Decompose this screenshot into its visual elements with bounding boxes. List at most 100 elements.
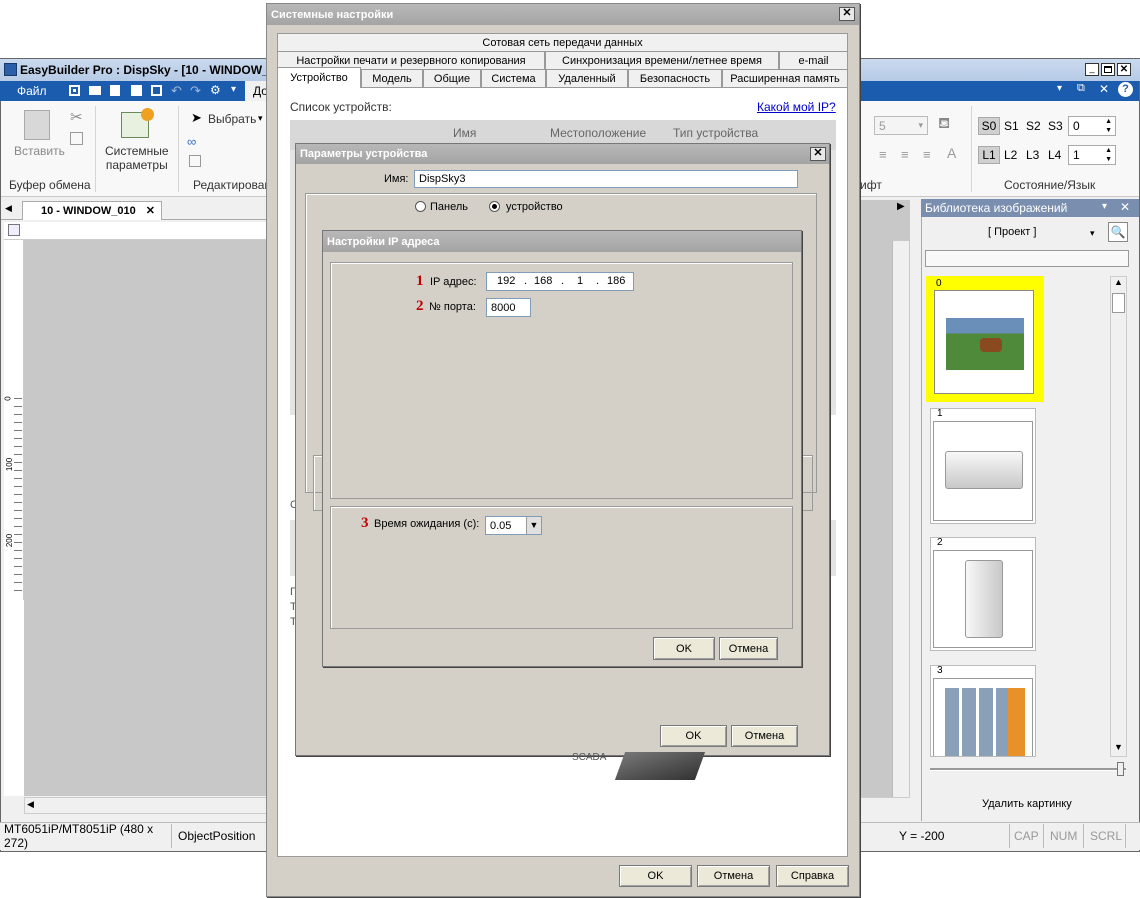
library-scroll-up-icon[interactable]: ▲	[1114, 277, 1123, 287]
library-scroll-down-icon[interactable]: ▼	[1114, 742, 1123, 752]
tab-remote[interactable]: Удаленный	[546, 69, 628, 87]
tab-cellular[interactable]: Сотовая сеть передачи данных	[277, 33, 848, 51]
design-canvas[interactable]	[24, 240, 270, 796]
lang-button-l1[interactable]: L1	[978, 146, 1000, 164]
device-ok-button[interactable]: OK	[660, 725, 727, 747]
dropdown-arrow-icon[interactable]: ▾	[231, 84, 236, 95]
open-folder-icon[interactable]	[89, 86, 101, 95]
font-size-dropdown[interactable]: 5 ▾	[874, 116, 928, 135]
align-left-icon[interactable]: ≡	[879, 147, 887, 162]
library-item-0[interactable]: 0	[926, 276, 1044, 402]
library-filter-field[interactable]	[925, 250, 1129, 267]
customize-icon[interactable]: ⚙	[210, 83, 221, 97]
compile-icon[interactable]	[131, 85, 142, 96]
device-cancel-button[interactable]: Отмена	[731, 725, 798, 747]
tab-time-sync[interactable]: Синхронизация времени/летнее время	[545, 51, 779, 69]
tab-email[interactable]: e-mail	[779, 51, 848, 69]
cut-icon[interactable]: ✂	[70, 108, 83, 126]
ip-octet-3[interactable]: 1	[577, 275, 583, 287]
menu-file[interactable]: Файл	[17, 84, 47, 98]
tab-device[interactable]: Устройство	[277, 67, 361, 88]
library-vscrollbar[interactable]: ▲ ▼	[1110, 276, 1127, 757]
library-project-dropdown[interactable]: [ Проект ]	[988, 226, 1036, 238]
state-spinner[interactable]: 0 ▲ ▼	[1068, 116, 1116, 136]
ip-cancel-button[interactable]: Отмена	[719, 637, 778, 660]
radio-panel[interactable]	[415, 201, 426, 212]
main-close-button[interactable]: ✕	[1117, 63, 1131, 76]
copy-icon[interactable]	[151, 85, 162, 96]
select-cursor-icon[interactable]: ➤	[191, 110, 202, 126]
system-ok-button[interactable]: OK	[619, 865, 692, 887]
undo-icon[interactable]: ↶	[171, 83, 182, 99]
ip-octet-1[interactable]: 192	[497, 275, 515, 287]
system-cancel-button[interactable]: Отмена	[697, 865, 770, 887]
port-input[interactable]: 8000	[486, 298, 531, 317]
tab-extended-memory[interactable]: Расширенная память	[722, 69, 848, 87]
paint-bucket-icon[interactable]: ⛾	[938, 115, 950, 134]
state-button-s1[interactable]: S1	[1004, 119, 1019, 133]
library-search-icon[interactable]: 🔍	[1108, 222, 1128, 242]
library-item-1[interactable]: 1	[930, 408, 1036, 524]
tab-general[interactable]: Общие	[423, 69, 481, 87]
main-maximize-button[interactable]	[1101, 63, 1115, 76]
system-help-button[interactable]: Справка	[776, 865, 849, 887]
redo-icon[interactable]: ↷	[190, 83, 201, 99]
ip-ok-button[interactable]: OK	[653, 637, 715, 660]
my-ip-link[interactable]: Какой мой IP?	[757, 100, 836, 114]
device-name-input[interactable]: DispSky3	[414, 170, 798, 188]
ribbon-collapse-icon[interactable]: ▾	[1057, 83, 1062, 94]
help-icon[interactable]: ?	[1118, 82, 1133, 97]
ribbon-restore-icon[interactable]: ⧉	[1077, 82, 1085, 95]
delete-image-button[interactable]: Удалить картинку	[982, 798, 1072, 810]
timeout-dropdown-arrow-icon[interactable]: ▼	[526, 517, 541, 534]
tab-security[interactable]: Безопасность	[628, 69, 722, 87]
select-button[interactable]: Выбрать	[208, 112, 256, 126]
state-button-s2[interactable]: S2	[1026, 119, 1041, 133]
text-style-icon[interactable]: A	[947, 145, 956, 161]
paste-icon[interactable]	[24, 110, 50, 140]
select-dropdown-icon[interactable]: ▾	[258, 113, 263, 124]
tab-scroll-left-icon[interactable]: ◀	[5, 203, 12, 214]
canvas-hscrollbar[interactable]: ◀	[24, 797, 270, 814]
ip-address-input[interactable]: 192 . 168 . 1 . 186	[486, 272, 634, 291]
library-item-2[interactable]: 2	[930, 537, 1036, 651]
copy-small-icon[interactable]	[70, 132, 83, 145]
system-dialog-close-button[interactable]: ✕	[839, 7, 855, 21]
scroll-left-icon[interactable]: ◀	[27, 799, 34, 810]
system-params-icon[interactable]	[121, 108, 154, 138]
ip-octet-2[interactable]: 168	[534, 275, 552, 287]
radio-device[interactable]	[489, 201, 500, 212]
library-size-slider[interactable]	[930, 762, 1126, 776]
panel-arrow-icon[interactable]: ▶	[897, 201, 905, 212]
tab-system[interactable]: Система	[481, 69, 546, 87]
align-center-icon[interactable]: ≡	[901, 147, 909, 162]
ribbon-close-icon[interactable]: ✕	[1099, 82, 1109, 96]
state-button-s0[interactable]: S0	[978, 117, 1000, 135]
lang-spinner[interactable]: 1 ▲ ▼	[1068, 145, 1116, 165]
panel-menu-icon[interactable]: ▾	[1102, 201, 1107, 212]
save-icon[interactable]	[69, 85, 80, 96]
new-file-icon[interactable]	[110, 85, 120, 96]
align-right-icon[interactable]: ≡	[923, 147, 931, 162]
panel-close-icon[interactable]: ✕	[1120, 200, 1130, 214]
column-name[interactable]: Имя	[453, 126, 476, 140]
device-dialog-close-button[interactable]: ✕	[810, 147, 826, 161]
link-icon[interactable]: ∞	[187, 134, 196, 149]
lang-button-l4[interactable]: L4	[1048, 148, 1061, 162]
tab-model[interactable]: Модель	[361, 69, 423, 87]
system-params-button[interactable]: Системные параметры	[105, 144, 169, 172]
lang-button-l3[interactable]: L3	[1026, 148, 1039, 162]
main-minimize-button[interactable]: _	[1085, 63, 1099, 76]
doc-tab-window-010[interactable]: 10 - WINDOW_010 ✕	[22, 201, 162, 220]
ip-octet-4[interactable]: 186	[607, 275, 625, 287]
timeout-dropdown[interactable]: 0.05 ▼	[485, 516, 542, 535]
duplicate-icon[interactable]	[189, 155, 201, 167]
library-scroll-thumb[interactable]	[1112, 293, 1125, 313]
lang-button-l2[interactable]: L2	[1004, 148, 1017, 162]
column-location[interactable]: Местоположение	[550, 126, 646, 140]
doc-tab-close-icon[interactable]: ✕	[146, 204, 155, 217]
library-item-3[interactable]: 3	[930, 665, 1036, 757]
project-dropdown-arrow-icon[interactable]: ▾	[1090, 228, 1095, 239]
column-device-type[interactable]: Тип устройства	[673, 126, 758, 140]
state-button-s3[interactable]: S3	[1048, 119, 1063, 133]
